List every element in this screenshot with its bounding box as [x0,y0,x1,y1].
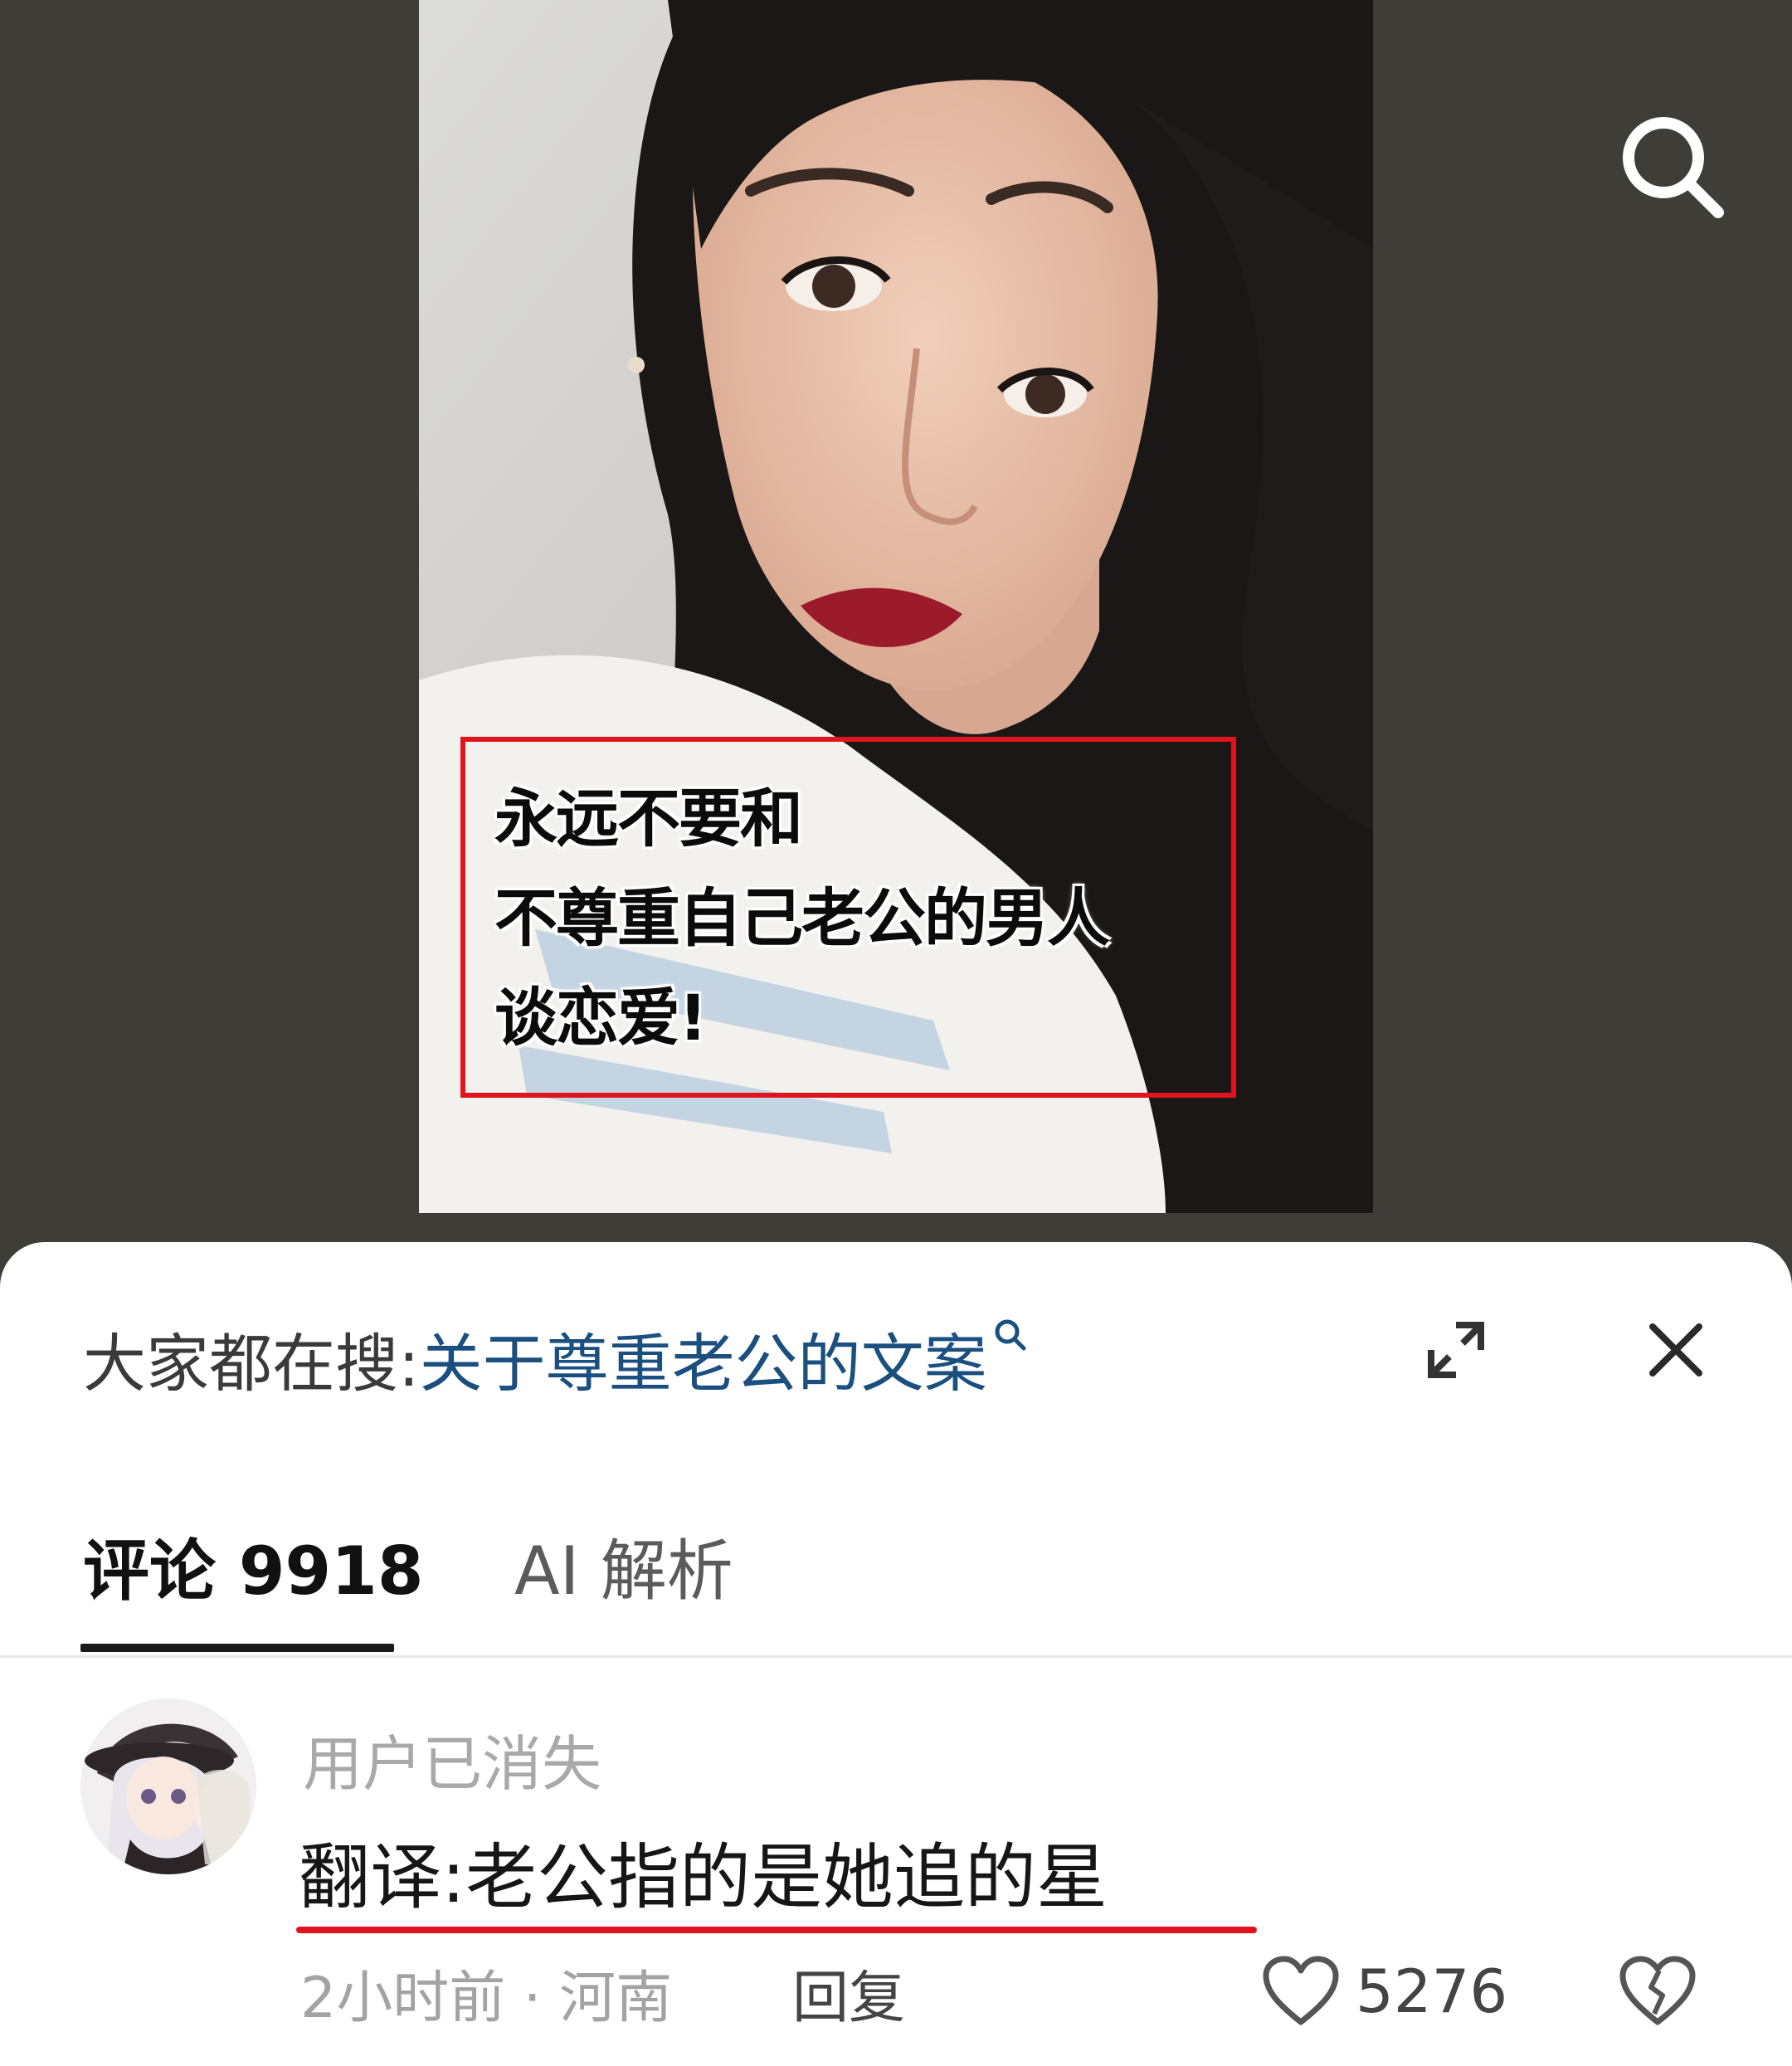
broken-heart-icon [1619,1956,1696,2025]
caption-line-3: 谈恋爱! [494,981,708,1055]
active-tab-indicator [80,1644,394,1652]
comments-sheet: 大家都在搜: 关于尊重老公的文案 评论 9918 AI 解析 用户已消失 翻译:… [0,1242,1792,2066]
hot-search-bar: 大家都在搜: 关于尊重老公的文案 [83,1313,1029,1404]
dislike-button[interactable] [1616,1949,1699,2032]
search-icon[interactable] [992,1317,1029,1353]
expand-icon [1428,1322,1484,1378]
caption-line-1: 永远不要和 [494,782,803,855]
tab-ai-analysis[interactable]: AI 解析 [514,1491,733,1655]
anime-avatar-image [80,1698,256,1874]
search-button[interactable] [1614,108,1730,224]
tab-comments[interactable]: 评论 9918 [83,1491,424,1655]
search-icon [1623,117,1724,218]
hot-search-prefix: 大家都在搜: [83,1327,420,1401]
comment-meta: 2小时前 · 河南 [300,1966,673,2031]
comment-text: 翻译:老公指的是她追的星 [299,1836,1108,1919]
close-button[interactable] [1643,1317,1709,1383]
avatar[interactable] [80,1698,256,1874]
red-underline-annotation [296,1927,1257,1933]
reply-button[interactable]: 回复 [792,1951,905,2034]
like-count: 5276 [1356,1956,1508,2026]
tab-bar: 评论 9918 AI 解析 [0,1491,1792,1658]
hot-search-link[interactable]: 关于尊重老公的文案 [420,1313,987,1404]
caption-highlight-box: 永远不要和 不尊重自己老公的男人 谈恋爱! [460,737,1236,1098]
comment-username[interactable]: 用户已消失 [303,1715,601,1802]
expand-button[interactable] [1423,1317,1489,1383]
heart-icon [1263,1956,1339,2025]
video-player[interactable]: 永远不要和 不尊重自己老公的男人 谈恋爱! [0,0,1792,1278]
like-button[interactable]: 5276 [1261,1946,1507,2037]
caption-line-2: 不尊重自己老公的男人 [494,881,1110,955]
comment-item: 用户已消失 翻译:老公指的是她追的星 2小时前 · 河南 回复 5276 [0,1682,1792,2064]
close-icon [1649,1323,1702,1377]
